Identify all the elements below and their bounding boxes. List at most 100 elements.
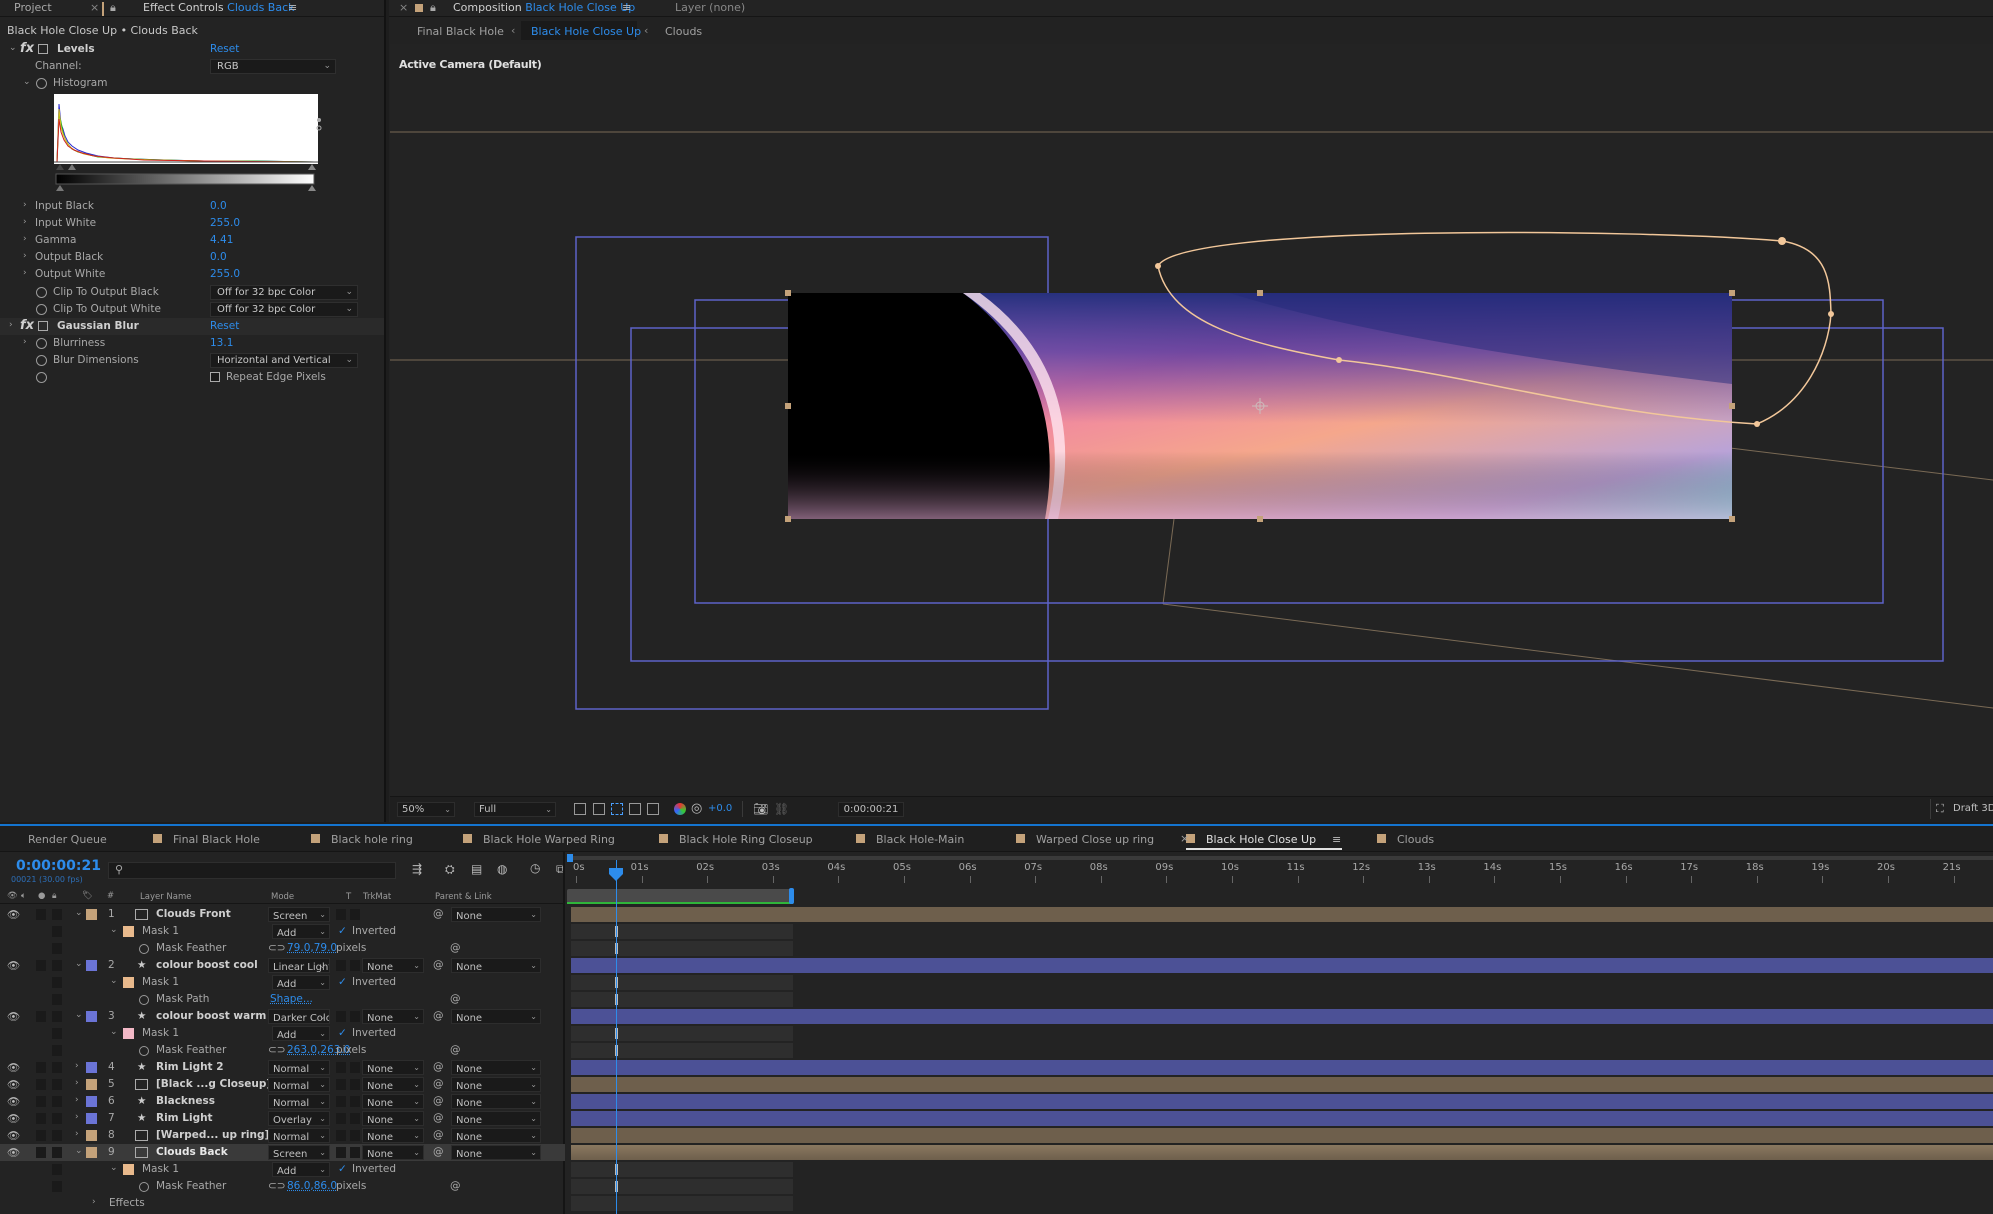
- mode-dropdown[interactable]: Screen ⌄: [268, 907, 330, 922]
- trkmat-dropdown[interactable]: None ⌄: [362, 958, 424, 973]
- label-color-swatch[interactable]: [86, 1096, 97, 1107]
- eye-icon[interactable]: 👁︎: [7, 1146, 20, 1159]
- preserve-transparency-toggle[interactable]: [336, 1011, 346, 1022]
- chevron-right-icon[interactable]: ›: [92, 1197, 96, 1207]
- trkmat-toggle[interactable]: [350, 1130, 360, 1141]
- layer-row[interactable]: 👁︎ ⌄ 3 ★ colour boost warm Darker Color ⌄ None ⌄…: [0, 1008, 565, 1025]
- mode-dropdown[interactable]: Darker Color ⌄: [268, 1009, 330, 1024]
- mode-dropdown[interactable]: Normal ⌄: [268, 1077, 330, 1092]
- mask-row[interactable]: ⌄ Mask 1 Add ⌄ ✓ Inverted: [0, 1025, 565, 1042]
- mask-visibility-icon[interactable]: [611, 803, 623, 815]
- trkmat-dropdown[interactable]: None ⌄: [362, 1128, 424, 1143]
- pick-whip-icon[interactable]: @: [433, 1010, 444, 1022]
- work-area-bar[interactable]: [567, 889, 793, 903]
- chevron-right-icon[interactable]: ›: [23, 251, 27, 261]
- mode-dropdown[interactable]: Overlay ⌄: [268, 1111, 330, 1126]
- layer-duration-bar[interactable]: [571, 1077, 1993, 1092]
- label-color-swatch[interactable]: [86, 1079, 97, 1090]
- trkmat-toggle[interactable]: [350, 909, 360, 920]
- zoom-dropdown[interactable]: 50% ⌄: [397, 802, 455, 817]
- stopwatch-icon[interactable]: [36, 287, 47, 298]
- show-snapshot-icon[interactable]: ⛓︎: [774, 802, 789, 816]
- layer-name[interactable]: Clouds Back: [156, 1146, 228, 1158]
- layer-duration-bar[interactable]: [571, 958, 1993, 973]
- trkmat-toggle[interactable]: [350, 1113, 360, 1124]
- parent-dropdown[interactable]: None ⌄: [451, 1111, 541, 1126]
- layer-name[interactable]: [Warped... up ring]: [156, 1129, 269, 1141]
- transparency-grid-icon[interactable]: [593, 803, 605, 815]
- lock-toggle[interactable]: [52, 1028, 62, 1039]
- trkmat-dropdown[interactable]: None ⌄: [362, 1094, 424, 1109]
- lock-toggle[interactable]: [52, 994, 62, 1005]
- layer-row[interactable]: 👁︎ ⌄ 1 Clouds Front Screen ⌄ @ None ⌄: [0, 906, 565, 923]
- work-area-end-handle[interactable]: [789, 888, 794, 904]
- composition-viewport[interactable]: Active Camera (Default): [390, 44, 1993, 796]
- parent-dropdown[interactable]: None ⌄: [451, 1077, 541, 1092]
- eye-icon[interactable]: 👁︎: [7, 1129, 20, 1142]
- pick-whip-icon[interactable]: @: [450, 942, 461, 954]
- prop-value[interactable]: 255.0: [210, 217, 240, 229]
- trkmat-dropdown[interactable]: None ⌄: [362, 1145, 424, 1160]
- solo-toggle[interactable]: [36, 1147, 46, 1158]
- label-color-swatch[interactable]: [86, 1062, 97, 1073]
- stopwatch-icon[interactable]: [36, 372, 47, 383]
- gaussian-reset-link[interactable]: Reset: [210, 320, 239, 332]
- tab-project[interactable]: Project: [14, 1, 52, 14]
- trkmat-dropdown[interactable]: None ⌄: [362, 1077, 424, 1092]
- label-icon[interactable]: 🏷︎: [82, 891, 93, 901]
- chevron-down-icon[interactable]: ⌄: [75, 959, 83, 969]
- timeline-tab[interactable]: Clouds: [1397, 833, 1434, 846]
- layer-name[interactable]: Rim Light 2: [156, 1061, 224, 1073]
- parent-dropdown[interactable]: None ⌄: [451, 1145, 541, 1160]
- mask-row[interactable]: ⌄ Mask 1 Add ⌄ ✓ Inverted: [0, 923, 565, 940]
- mode-dropdown[interactable]: Normal ⌄: [268, 1060, 330, 1075]
- time-ruler[interactable]: 0s 01s 02s 03s 04s 05s 06s 07s 08s 09s 10s 11s 12s 13…: [567, 852, 1993, 884]
- chevron-right-icon[interactable]: ›: [75, 1061, 79, 1071]
- solo-toggle[interactable]: [36, 1096, 46, 1107]
- lock-toggle[interactable]: [52, 1011, 62, 1022]
- viewer-timecode[interactable]: 0:00:00:21: [838, 802, 904, 817]
- preserve-transparency-toggle[interactable]: [336, 1062, 346, 1073]
- exposure-value[interactable]: +0.0: [708, 803, 732, 814]
- lock-toggle[interactable]: [52, 1079, 62, 1090]
- pick-whip-icon[interactable]: @: [450, 993, 461, 1005]
- lock-toggle[interactable]: [52, 909, 62, 920]
- inverted-checkbox[interactable]: ✓: [338, 1027, 347, 1039]
- layer-duration-bar[interactable]: [571, 1111, 1993, 1126]
- crumb-black-hole-close-up[interactable]: Black Hole Close Up: [531, 25, 641, 38]
- layer-row[interactable]: 👁︎ › 5 [Black ...g Closeup] Normal ⌄ None ⌄ @ Non…: [0, 1076, 565, 1093]
- layer-name[interactable]: colour boost cool: [156, 959, 258, 971]
- eye-icon[interactable]: 👁︎: [7, 1010, 20, 1023]
- work-area-start-handle[interactable]: [567, 854, 573, 862]
- mask-row[interactable]: ⌄ Mask 1 Add ⌄ ✓ Inverted: [0, 1161, 565, 1178]
- region-of-interest-icon[interactable]: [629, 803, 641, 815]
- chevron-right-icon[interactable]: ›: [23, 337, 27, 347]
- eye-icon[interactable]: 👁︎: [7, 891, 18, 901]
- solo-toggle[interactable]: [36, 1079, 46, 1090]
- stopwatch-icon[interactable]: [139, 944, 149, 954]
- fast-previews-icon[interactable]: [574, 803, 586, 815]
- chevron-right-icon[interactable]: ›: [23, 200, 27, 210]
- mode-dropdown[interactable]: Normal ⌄: [268, 1094, 330, 1109]
- draft-3d-icon[interactable]: ⛶: [1936, 802, 1944, 816]
- layer-duration-bar[interactable]: [571, 1128, 1993, 1143]
- col-layer-name[interactable]: Layer Name: [140, 892, 191, 902]
- pick-whip-icon[interactable]: @: [433, 1078, 444, 1090]
- layer-name[interactable]: Rim Light: [156, 1112, 213, 1124]
- solo-toggle[interactable]: [36, 909, 46, 920]
- pick-whip-icon[interactable]: @: [433, 1095, 444, 1107]
- solo-toggle[interactable]: [36, 960, 46, 971]
- chevron-down-icon[interactable]: ⌄: [75, 1010, 83, 1020]
- parent-dropdown[interactable]: None ⌄: [451, 1060, 541, 1075]
- label-color-swatch[interactable]: [86, 1147, 97, 1158]
- gaussian-blur-header[interactable]: › fx Gaussian Blur Reset: [0, 318, 384, 335]
- mask-name[interactable]: Mask 1: [142, 1163, 179, 1175]
- track-area[interactable]: [567, 906, 1993, 1214]
- mask-color-swatch[interactable]: [123, 977, 134, 988]
- lock-toggle[interactable]: [52, 1062, 62, 1073]
- pick-whip-icon[interactable]: @: [433, 1061, 444, 1073]
- solo-toggle[interactable]: [36, 1113, 46, 1124]
- label-color-swatch[interactable]: [86, 960, 97, 971]
- levels-reset-link[interactable]: Reset: [210, 43, 239, 55]
- clip-black-dropdown[interactable]: Off for 32 bpc Color ⌄: [210, 285, 358, 300]
